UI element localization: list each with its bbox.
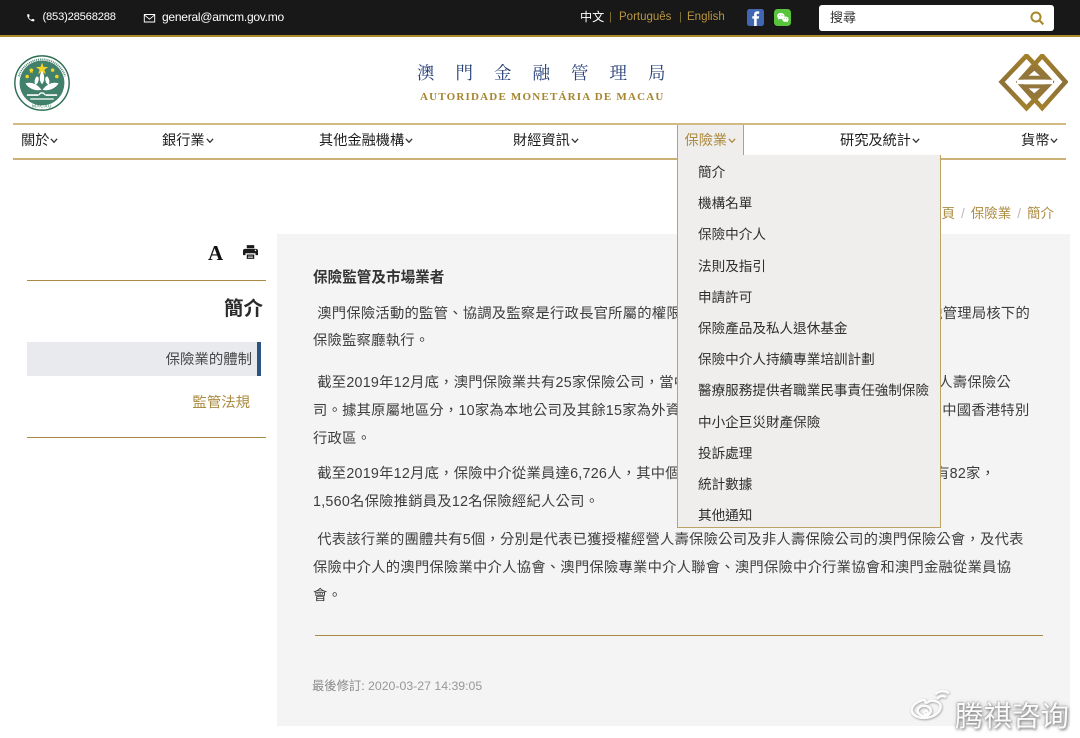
svg-text:MACAU: MACAU	[32, 104, 52, 110]
